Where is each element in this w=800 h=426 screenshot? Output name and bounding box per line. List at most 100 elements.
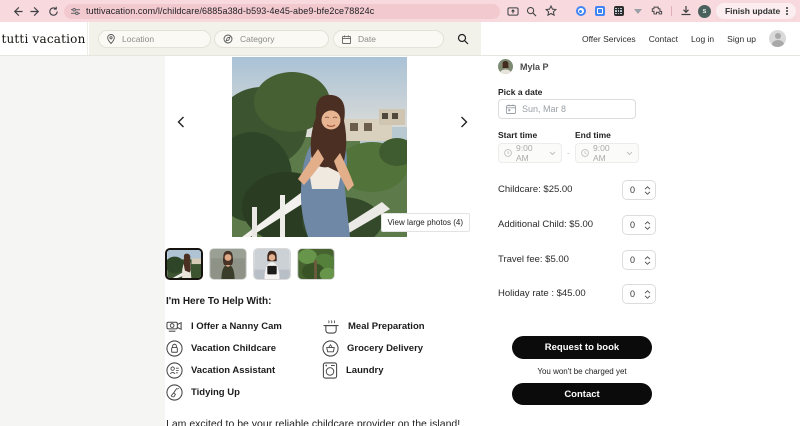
thumbnail-2[interactable] (209, 248, 247, 280)
end-time-value: 9:00 AM (593, 143, 622, 163)
search-icon (457, 33, 469, 45)
fee-row-additional-child: Additional Child: $5.00 0 (498, 215, 678, 235)
calendar-icon (506, 104, 516, 114)
account-avatar[interactable] (769, 30, 786, 47)
cast-icon[interactable] (506, 4, 520, 18)
time-separator: - (567, 148, 570, 158)
chevron-down-icon (549, 151, 556, 156)
grocery-basket-icon (322, 340, 339, 357)
fee-label: Additional Child: $5.00 (498, 215, 593, 235)
back-icon[interactable] (8, 2, 26, 20)
location-input[interactable]: Location (98, 30, 211, 48)
view-large-photos-button[interactable]: View large photos (4) (381, 213, 470, 232)
stepper-arrows-icon[interactable] (644, 186, 651, 195)
carousel-next-icon[interactable] (456, 114, 472, 130)
category-placeholder: Category (240, 34, 275, 44)
stepper-arrows-icon[interactable] (644, 221, 651, 230)
url-text: tuttivacation.com/l/childcare/6885a38d-b… (86, 6, 374, 16)
service-label: Meal Preparation (348, 321, 425, 332)
fee-label: Childcare: $25.00 (498, 180, 572, 200)
nav-offer-services[interactable]: Offer Services (582, 34, 636, 44)
nanny-cam-icon (166, 319, 183, 333)
start-time-select[interactable]: 9:00 AM (498, 143, 562, 163)
location-placeholder: Location (122, 34, 154, 44)
fee-row-holiday-rate: Holiday rate : $45.00 0 (498, 284, 678, 304)
qty-value: 0 (630, 289, 644, 299)
listing-column: View large photos (4) I'm Here To Help W… (165, 56, 481, 426)
stepper-arrows-icon[interactable] (644, 290, 651, 299)
nav-contact[interactable]: Contact (649, 34, 678, 44)
childcare-lock-icon (166, 340, 183, 357)
extension-a-icon[interactable] (574, 4, 588, 18)
service-vacation-assistant: Vacation Assistant (166, 360, 275, 380)
finish-update-label: Finish update (725, 6, 780, 16)
site-logo[interactable]: tutti vacation (0, 22, 88, 55)
site-info-icon[interactable] (71, 7, 80, 16)
downloads-icon[interactable] (679, 4, 693, 18)
chevron-down-icon (626, 151, 633, 156)
reload-icon[interactable] (44, 2, 62, 20)
calendar-icon (342, 35, 351, 44)
forward-icon[interactable] (26, 2, 44, 20)
qty-value: 0 (630, 255, 644, 265)
category-input[interactable]: Category (214, 30, 329, 48)
nav-login[interactable]: Log in (691, 34, 714, 44)
date-picker-input[interactable]: Sun, Mar 8 (498, 99, 636, 119)
category-icon (223, 34, 233, 44)
holiday-rate-qty-stepper[interactable]: 0 (622, 284, 656, 304)
carousel-prev-icon[interactable] (173, 114, 189, 130)
date-placeholder: Sun, Mar 8 (522, 104, 566, 114)
address-bar[interactable]: tuttivacation.com/l/childcare/6885a38d-b… (64, 4, 500, 19)
toolbar-divider (671, 6, 672, 16)
host-row[interactable]: Myla P (498, 59, 549, 74)
location-pin-icon (107, 34, 115, 44)
booking-sidebar: Myla P Pick a date Sun, Mar 8 Start time… (481, 56, 800, 426)
browser-window: tuttivacation.com/l/childcare/6885a38d-b… (0, 0, 800, 426)
about-text-truncated: I am excited to be your reliable childca… (166, 418, 466, 426)
site-header: tutti vacation Location Category Date Of… (0, 22, 800, 56)
service-nanny-cam: I Offer a Nanny Cam (166, 316, 282, 336)
service-label: Laundry (346, 365, 383, 376)
date-search-input[interactable]: Date (333, 30, 444, 48)
contact-button[interactable]: Contact (512, 383, 652, 405)
page-body: View large photos (4) I'm Here To Help W… (0, 56, 800, 426)
search-button[interactable] (455, 31, 471, 47)
childcare-qty-stepper[interactable]: 0 (622, 180, 656, 200)
extension-dropdown-icon[interactable] (631, 4, 645, 18)
pick-date-label: Pick a date (498, 87, 542, 97)
stepper-arrows-icon[interactable] (644, 256, 651, 265)
qty-value: 0 (630, 185, 644, 195)
extensions-puzzle-icon[interactable] (650, 4, 664, 18)
thumbnail-3[interactable] (253, 248, 291, 280)
site-logo-text: tutti vacation (1, 32, 85, 46)
kebab-menu-icon[interactable] (784, 5, 790, 17)
bookmark-star-icon[interactable] (544, 4, 558, 18)
travel-fee-qty-stepper[interactable]: 0 (622, 250, 656, 270)
broom-icon (166, 384, 183, 401)
zoom-icon[interactable] (525, 4, 539, 18)
additional-child-qty-stepper[interactable]: 0 (622, 215, 656, 235)
browser-profile-avatar[interactable]: s (698, 5, 711, 18)
request-to-book-button[interactable]: Request to book (512, 336, 652, 359)
finish-update-button[interactable]: Finish update (716, 3, 796, 19)
fee-row-travel-fee: Travel fee: $5.00 0 (498, 250, 678, 270)
thumbnail-4[interactable] (297, 248, 335, 280)
end-time-label: End time (575, 130, 611, 140)
thumbnail-1[interactable] (165, 248, 203, 280)
nav-signup[interactable]: Sign up (727, 34, 756, 44)
extension-grid-icon[interactable] (612, 4, 626, 18)
help-heading: I'm Here To Help With: (166, 296, 271, 307)
start-time-value: 9:00 AM (516, 143, 545, 163)
extension-translate-icon[interactable] (593, 4, 607, 18)
service-grocery-delivery: Grocery Delivery (322, 338, 423, 358)
service-laundry: Laundry (322, 360, 383, 380)
service-label: Vacation Assistant (191, 365, 275, 376)
fee-row-childcare: Childcare: $25.00 0 (498, 180, 678, 200)
listing-photo[interactable] (232, 57, 407, 237)
clock-icon (581, 149, 589, 157)
end-time-select[interactable]: 9:00 AM (575, 143, 639, 163)
service-label: Vacation Childcare (191, 343, 276, 354)
time-row: 9:00 AM - 9:00 AM (498, 143, 639, 163)
search-band: Location Category Date (89, 22, 481, 55)
service-meal-preparation: Meal Preparation (322, 316, 425, 336)
